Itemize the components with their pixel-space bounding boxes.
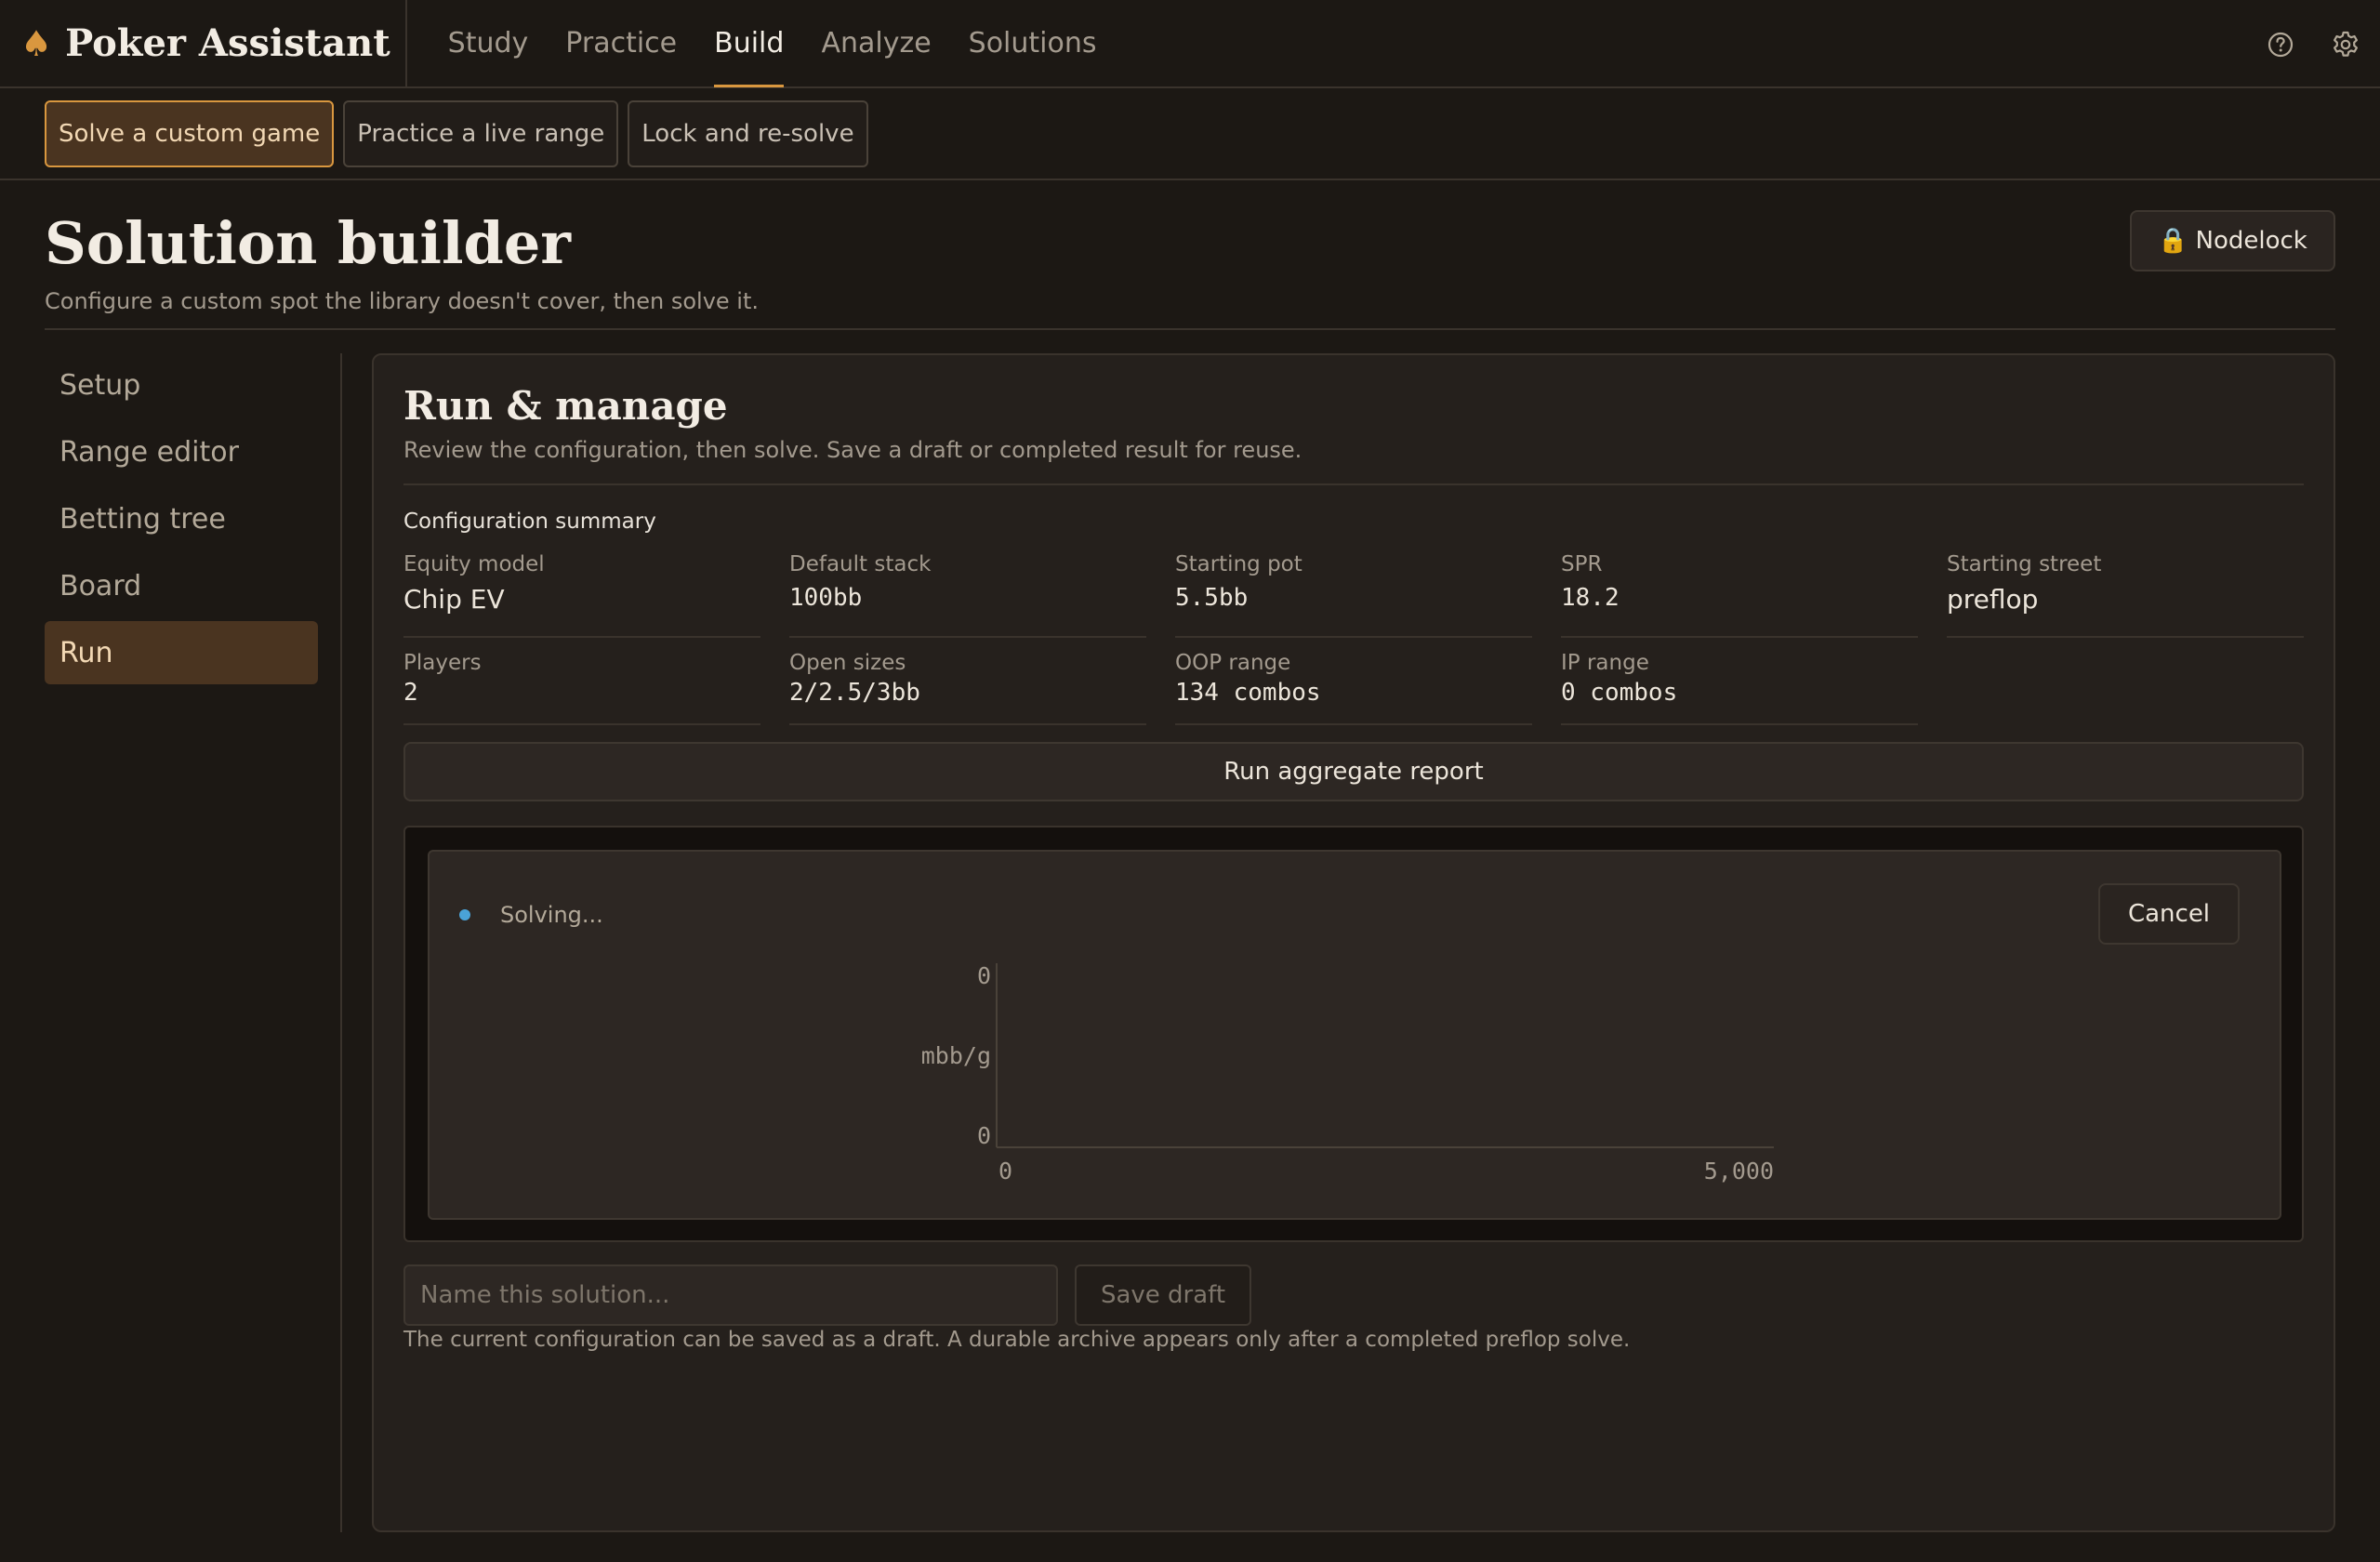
build-subtabs: Solve a custom game Practice a live rang… xyxy=(0,88,2380,180)
x-tick-label: 5,000 xyxy=(1704,1158,1774,1185)
sidenav-item-board[interactable]: Board xyxy=(45,554,318,617)
nav-item-solutions[interactable]: Solutions xyxy=(950,0,1116,87)
main-nav: Study Practice Build Analyze Solutions xyxy=(430,0,1116,87)
summary-starting-pot: Starting pot 5.5bb xyxy=(1175,552,1532,638)
summary-label: OOP range xyxy=(1175,651,1291,675)
sidenav-item-betting-tree[interactable]: Betting tree xyxy=(45,487,318,550)
summary-value: 5.5bb xyxy=(1175,584,1249,612)
brand[interactable]: ♠ Poker Assistant xyxy=(0,0,407,87)
summary-value: 18.2 xyxy=(1561,584,1620,612)
solve-progress-area: Solving... Cancel 0 mbb/g 0 0 5,000 xyxy=(403,826,2304,1242)
subtab-solve-custom-game[interactable]: Solve a custom game xyxy=(45,99,335,167)
summary-value: Chip EV xyxy=(403,584,505,615)
header-divider xyxy=(45,328,2335,330)
sidenav-item-range-editor[interactable]: Range editor xyxy=(45,420,318,483)
summary-label: Starting pot xyxy=(1175,552,1302,576)
panel-title: Run & manage xyxy=(403,383,728,429)
summary-label: Equity model xyxy=(403,552,545,576)
summary-starting-street: Starting street preflop xyxy=(1947,552,2304,638)
summary-default-stack: Default stack 100bb xyxy=(789,552,1146,638)
page-title: Solution builder xyxy=(45,209,571,277)
panel-subtitle: Review the configuration, then solve. Sa… xyxy=(403,437,1302,463)
summary-equity-model: Equity model Chip EV xyxy=(403,552,760,638)
y-tick-label: 0 xyxy=(977,1122,991,1149)
summary-value: 134 combos xyxy=(1175,679,1321,707)
sidenav-item-run[interactable]: Run xyxy=(45,621,318,684)
convergence-chart: 0 mbb/g 0 0 5,000 xyxy=(921,962,1774,1185)
nav-item-build[interactable]: Build xyxy=(695,0,802,87)
sidenav-item-setup[interactable]: Setup xyxy=(45,353,318,417)
run-manage-panel: Run & manage Review the configuration, t… xyxy=(372,353,2335,1532)
summary-open-sizes: Open sizes 2/2.5/3bb xyxy=(789,651,1146,725)
summary-label: IP range xyxy=(1561,651,1649,675)
top-bar: ♠ Poker Assistant Study Practice Build A… xyxy=(0,0,2380,88)
summary-label: Open sizes xyxy=(789,651,906,675)
page-subtitle: Configure a custom spot the library does… xyxy=(45,288,760,314)
summary-value: 100bb xyxy=(789,584,863,612)
lock-icon: 🔒 xyxy=(2158,227,2188,255)
y-axis-label: mbb/g xyxy=(921,1042,991,1069)
nodelock-button[interactable]: 🔒 Nodelock xyxy=(2130,210,2335,271)
save-note: The current configuration can be saved a… xyxy=(403,1328,1631,1352)
summary-label: Default stack xyxy=(789,552,932,576)
save-draft-button[interactable]: Save draft xyxy=(1075,1264,1251,1326)
subtab-lock-and-resolve[interactable]: Lock and re-solve xyxy=(628,99,868,167)
summary-value: 2/2.5/3bb xyxy=(789,679,920,707)
summary-label: Starting street xyxy=(1947,552,2102,576)
settings-icon[interactable] xyxy=(2330,29,2361,60)
sidenav-divider xyxy=(340,353,342,1532)
app-name: Poker Assistant xyxy=(65,21,390,65)
nodelock-label: Nodelock xyxy=(2195,227,2307,255)
x-tick-label: 0 xyxy=(998,1158,1012,1185)
summary-label: SPR xyxy=(1561,552,1603,576)
summary-players: Players 2 xyxy=(403,651,760,725)
subtab-practice-live-range[interactable]: Practice a live range xyxy=(343,99,619,167)
builder-sidenav: Setup Range editor Betting tree Board Ru… xyxy=(45,353,318,688)
summary-value: 0 combos xyxy=(1561,679,1678,707)
y-tick-label: 0 xyxy=(977,962,991,989)
panel-divider xyxy=(403,483,2304,485)
summary-title: Configuration summary xyxy=(403,510,656,534)
summary-spr: SPR 18.2 xyxy=(1561,552,1918,638)
solve-progress-card: Solving... Cancel 0 mbb/g 0 0 5,000 xyxy=(428,850,2281,1220)
run-aggregate-report-button[interactable]: Run aggregate report xyxy=(403,742,2304,801)
summary-value: preflop xyxy=(1947,584,2039,615)
summary-oop-range: OOP range 134 combos xyxy=(1175,651,1532,725)
nav-item-practice[interactable]: Practice xyxy=(547,0,695,87)
solution-name-input[interactable] xyxy=(403,1264,1058,1326)
nav-item-analyze[interactable]: Analyze xyxy=(802,0,949,87)
help-icon[interactable] xyxy=(2265,29,2296,60)
summary-ip-range: IP range 0 combos xyxy=(1561,651,1918,725)
nav-item-study[interactable]: Study xyxy=(430,0,548,87)
summary-label: Players xyxy=(403,651,482,675)
summary-value: 2 xyxy=(403,679,418,707)
spade-icon: ♠ xyxy=(20,22,53,64)
